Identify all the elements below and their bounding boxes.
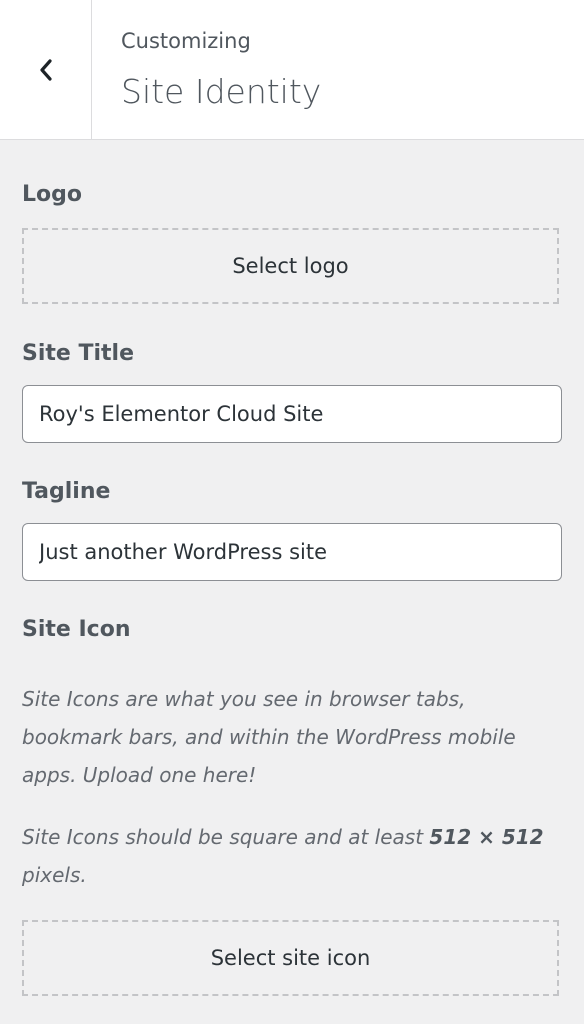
select-site-icon-button[interactable]: Select site icon (22, 920, 559, 996)
customizer-header: Customizing Site Identity (0, 0, 584, 140)
back-button[interactable] (0, 0, 92, 139)
customizing-label: Customizing (121, 29, 251, 53)
site-icon-description: Site Icons are what you see in browser t… (22, 687, 516, 787)
select-logo-button[interactable]: Select logo (22, 228, 559, 304)
requirement-prefix: Site Icons should be square and at least (22, 825, 430, 849)
site-icon-label: Site Icon (22, 617, 131, 642)
site-title-input[interactable] (22, 385, 562, 443)
panel-title: Site Identity (121, 72, 322, 111)
tagline-label: Tagline (22, 479, 111, 504)
requirement-suffix: pixels. (22, 863, 87, 887)
tagline-input[interactable] (22, 523, 562, 581)
site-icon-requirements: Site Icons should be square and at least… (22, 818, 552, 894)
site-title-label: Site Title (22, 341, 135, 366)
requirement-size: 512 × 512 (429, 825, 544, 849)
logo-label: Logo (22, 182, 82, 207)
chevron-left-icon (38, 58, 54, 82)
